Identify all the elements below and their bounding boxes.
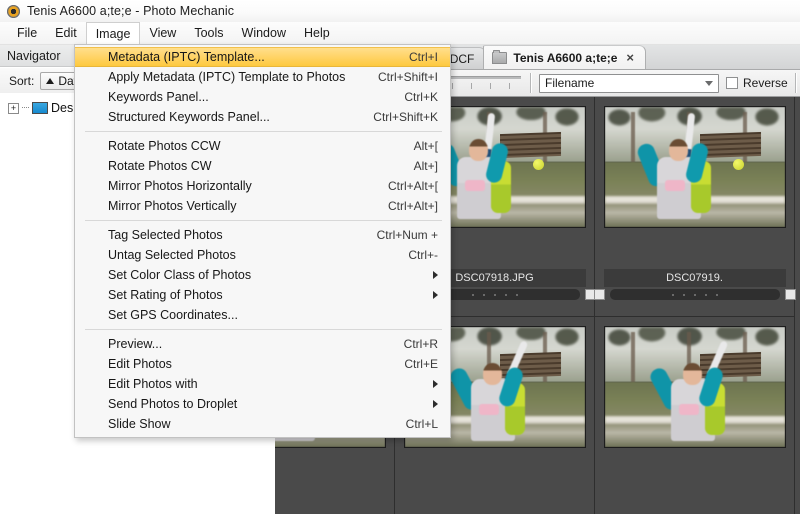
chevron-right-icon xyxy=(433,291,438,299)
menu-item-tools[interactable]: Tools xyxy=(185,22,232,44)
thumbnail-image[interactable] xyxy=(603,326,786,448)
menu-separator xyxy=(85,329,442,330)
menu-option-slide-show[interactable]: Slide Show Ctrl+L xyxy=(75,414,450,434)
menu-option-label: Rotate Photos CCW xyxy=(108,139,221,153)
thumbnail-cell[interactable] xyxy=(595,317,795,514)
menu-option-shortcut: Alt+[ xyxy=(413,139,438,153)
desktop-icon xyxy=(32,102,48,114)
menu-option-label: Rotate Photos CW xyxy=(108,159,212,173)
menu-option-keywords-panel[interactable]: Keywords Panel... Ctrl+K xyxy=(75,87,450,107)
reverse-label: Reverse xyxy=(743,76,788,90)
menu-option-label: Set Rating of Photos xyxy=(108,288,223,302)
menu-option-label: Preview... xyxy=(108,337,163,351)
menu-option-rotate-photos-ccw[interactable]: Rotate Photos CCW Alt+[ xyxy=(75,136,450,156)
menu-option-apply-metadata-iptc-template-to-photos[interactable]: Apply Metadata (IPTC) Template to Photos… xyxy=(75,67,450,87)
photo-mechanic-icon xyxy=(7,4,20,18)
sort-label: Sort: xyxy=(9,73,35,88)
menu-option-set-color-class-of-photos[interactable]: Set Color Class of Photos xyxy=(75,265,450,285)
menu-option-shortcut: Ctrl+Shift+I xyxy=(377,70,438,84)
menu-option-shortcut: Ctrl+I xyxy=(408,50,438,64)
menu-option-shortcut: Ctrl+K xyxy=(404,90,438,104)
menu-option-label: Keywords Panel... xyxy=(108,90,209,104)
chevron-right-icon xyxy=(433,380,438,388)
sort-field-select[interactable]: Filename xyxy=(539,73,719,93)
menu-option-shortcut: Ctrl+Alt+[ xyxy=(387,179,438,193)
sort-ascending-icon xyxy=(46,77,55,84)
menu-option-label: Edit Photos xyxy=(108,357,172,371)
menu-option-rotate-photos-cw[interactable]: Rotate Photos CW Alt+] xyxy=(75,156,450,176)
menu-option-label: Set Color Class of Photos xyxy=(108,268,252,282)
menu-option-label: Structured Keywords Panel... xyxy=(108,110,270,124)
menu-item-help[interactable]: Help xyxy=(295,22,339,44)
menu-item-view[interactable]: View xyxy=(140,22,185,44)
menu-option-shortcut: Ctrl+Alt+] xyxy=(387,199,438,213)
menu-item-window[interactable]: Window xyxy=(233,22,295,44)
menu-item-file[interactable]: File xyxy=(8,22,46,44)
menu-option-edit-photos[interactable]: Edit Photos Ctrl+E xyxy=(75,354,450,374)
menu-option-metadata-iptc-template[interactable]: Metadata (IPTC) Template... Ctrl+I xyxy=(75,47,450,67)
tab-tenis-a6600-a-te-e[interactable]: Tenis A6600 a;te;e × xyxy=(483,45,647,69)
menu-option-label: Set GPS Coordinates... xyxy=(108,308,238,322)
tag-checkbox-left[interactable] xyxy=(593,289,605,300)
checkbox-box[interactable] xyxy=(726,77,738,89)
chevron-down-icon xyxy=(705,80,713,86)
sort-field-value: Filename xyxy=(545,76,595,90)
menu-option-mirror-photos-horizontally[interactable]: Mirror Photos Horizontally Ctrl+Alt+[ xyxy=(75,176,450,196)
menu-option-set-gps-coordinates[interactable]: Set GPS Coordinates... xyxy=(75,305,450,325)
menu-option-edit-photos-with[interactable]: Edit Photos with xyxy=(75,374,450,394)
menu-option-preview[interactable]: Preview... Ctrl+R xyxy=(75,334,450,354)
menu-option-label: Untag Selected Photos xyxy=(108,248,236,262)
thumbnail-image[interactable] xyxy=(603,106,786,228)
menu-option-mirror-photos-vertically[interactable]: Mirror Photos Vertically Ctrl+Alt+] xyxy=(75,196,450,216)
expand-icon[interactable]: + xyxy=(8,102,19,114)
menu-option-label: Mirror Photos Vertically xyxy=(108,199,237,213)
menu-separator xyxy=(85,131,442,132)
menu-option-shortcut: Ctrl+- xyxy=(408,248,438,262)
thumbnail-cell[interactable]: DSC07919. xyxy=(593,97,796,317)
title-bar: Tenis A6600 a;te;e - Photo Mechanic xyxy=(0,0,800,22)
toolbar-separator xyxy=(530,73,532,93)
menu-option-label: Metadata (IPTC) Template... xyxy=(108,50,265,64)
menu-item-edit[interactable]: Edit xyxy=(46,22,86,44)
menu-option-shortcut: Ctrl+Num + xyxy=(376,228,438,242)
menu-option-label: Mirror Photos Horizontally xyxy=(108,179,252,193)
menu-option-set-rating-of-photos[interactable]: Set Rating of Photos xyxy=(75,285,450,305)
menu-item-image[interactable]: Image xyxy=(85,22,141,44)
chevron-right-icon xyxy=(433,271,438,279)
menu-option-shortcut: Ctrl+R xyxy=(403,337,438,351)
photo-mechanic-window: Tenis A6600 a;te;e - Photo Mechanic File… xyxy=(0,0,800,514)
menu-option-label: Tag Selected Photos xyxy=(108,228,223,242)
tag-checkbox-right[interactable] xyxy=(784,289,796,300)
menu-option-label: Apply Metadata (IPTC) Template to Photos xyxy=(108,70,346,84)
menu-option-structured-keywords-panel[interactable]: Structured Keywords Panel... Ctrl+Shift+K xyxy=(75,107,450,127)
tab-label: Tenis A6600 a;te;e xyxy=(513,50,618,65)
tree-connector xyxy=(22,107,29,109)
menu-bar: File Edit Image View Tools Window Help xyxy=(0,22,800,45)
menu-option-label: Slide Show xyxy=(108,417,171,431)
menu-option-tag-selected-photos[interactable]: Tag Selected Photos Ctrl+Num + xyxy=(75,225,450,245)
menu-option-shortcut: Ctrl+E xyxy=(404,357,438,371)
reverse-checkbox[interactable]: Reverse xyxy=(726,76,788,90)
menu-separator xyxy=(85,220,442,221)
menu-option-send-photos-to-droplet[interactable]: Send Photos to Droplet xyxy=(75,394,450,414)
thumbnail-filename: DSC07919. xyxy=(603,269,786,287)
menu-option-label: Send Photos to Droplet xyxy=(108,397,238,411)
image-menu-dropdown[interactable]: Metadata (IPTC) Template... Ctrl+I Apply M… xyxy=(74,44,451,438)
close-icon[interactable]: × xyxy=(626,51,634,64)
window-title: Tenis A6600 a;te;e - Photo Mechanic xyxy=(27,4,235,18)
menu-option-label: Edit Photos with xyxy=(108,377,198,391)
menu-option-shortcut: Alt+] xyxy=(413,159,438,173)
menu-option-shortcut: Ctrl+Shift+K xyxy=(373,110,438,124)
folder-icon xyxy=(492,49,508,64)
thumbnail-meta-bar xyxy=(593,289,796,300)
menu-option-untag-selected-photos[interactable]: Untag Selected Photos Ctrl+- xyxy=(75,245,450,265)
toolbar-separator-2 xyxy=(794,73,797,93)
chevron-right-icon xyxy=(433,400,438,408)
menu-option-shortcut: Ctrl+L xyxy=(405,417,438,431)
